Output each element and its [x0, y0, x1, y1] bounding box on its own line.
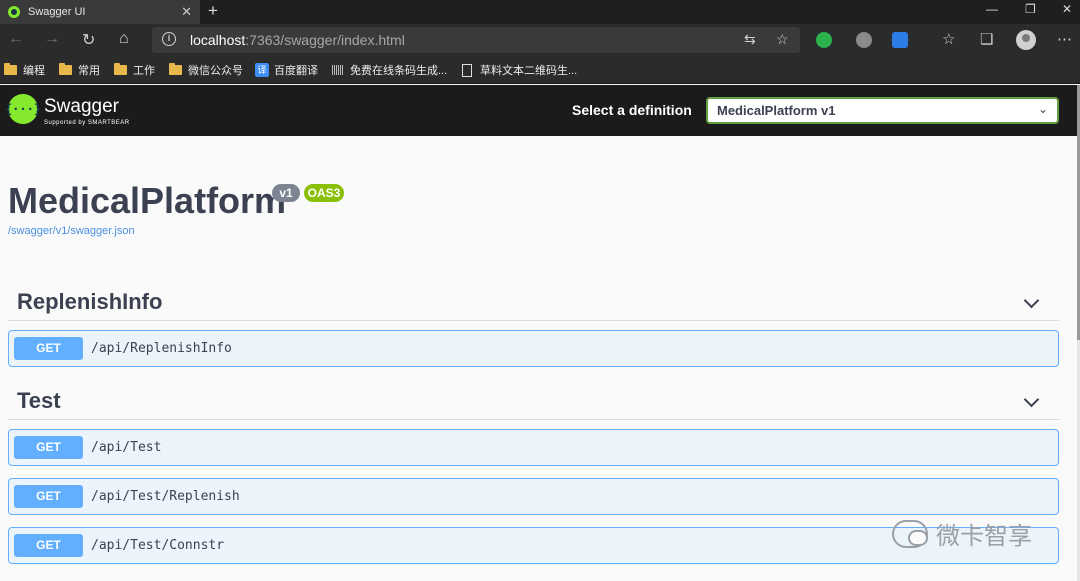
- swagger-logo-icon[interactable]: {···}: [5, 94, 41, 124]
- operation-get-test[interactable]: GET /api/Test: [8, 429, 1059, 466]
- back-icon[interactable]: ←: [8, 30, 24, 48]
- extension-green-icon[interactable]: [816, 32, 832, 48]
- browser-toolbar: ← → ↻ ⌂ i localhost:7363/swagger/index.h…: [0, 24, 1080, 56]
- bookmark-item[interactable]: 草料文本二维码生...: [462, 62, 577, 78]
- spec-link[interactable]: /swagger/v1/swagger.json: [8, 225, 135, 237]
- method-badge: GET: [14, 337, 83, 360]
- oas-badge: OAS3: [304, 184, 344, 202]
- folder-icon: [114, 63, 127, 75]
- favorite-star-icon[interactable]: ☆: [776, 31, 789, 48]
- chevron-down-icon[interactable]: [1023, 391, 1040, 408]
- address-bar[interactable]: i localhost:7363/swagger/index.html ⇆ ☆: [152, 27, 800, 53]
- tag-section-test[interactable]: Test: [8, 384, 1059, 420]
- operation-get-replenishinfo[interactable]: GET /api/ReplenishInfo: [8, 330, 1059, 367]
- bookmark-item[interactable]: 译百度翻译: [255, 62, 318, 78]
- minimize-icon[interactable]: —: [986, 2, 998, 16]
- extension-blue-icon[interactable]: [892, 32, 908, 48]
- bookmark-item[interactable]: 编程: [4, 62, 45, 78]
- operation-path: /api/Test/Replenish: [91, 489, 240, 504]
- favorites-icon[interactable]: ☆: [942, 30, 955, 48]
- bookmark-item[interactable]: 微信公众号: [169, 62, 243, 78]
- chevron-down-icon[interactable]: [1023, 292, 1040, 309]
- method-badge: GET: [14, 534, 83, 557]
- swagger-brand[interactable]: Swagger: [44, 96, 119, 118]
- chevron-down-icon: ⌄: [1037, 102, 1048, 116]
- operation-path: /api/ReplenishInfo: [91, 341, 232, 356]
- bookmark-item[interactable]: 免费在线条码生成...: [332, 62, 447, 78]
- watermark-text: 微卡智享: [936, 523, 1032, 550]
- tag-name: ReplenishInfo: [17, 289, 163, 314]
- barcode-icon: [332, 65, 344, 75]
- refresh-icon[interactable]: ↻: [82, 30, 95, 50]
- operation-path: /api/Test/Connstr: [91, 538, 225, 553]
- restore-icon[interactable]: ❐: [1025, 2, 1036, 16]
- bookmark-item[interactable]: 工作: [114, 62, 155, 78]
- more-menu-icon[interactable]: ⋯: [1057, 30, 1072, 48]
- translate-icon: 译: [255, 63, 269, 77]
- site-info-icon[interactable]: i: [162, 32, 176, 46]
- api-title: MedicalPlatform: [8, 180, 287, 221]
- method-badge: GET: [14, 485, 83, 508]
- bookmark-item[interactable]: 常用: [59, 62, 100, 78]
- swagger-brand-sub: Supported by SMARTBEAR: [44, 120, 130, 126]
- document-icon: [462, 63, 472, 77]
- folder-icon: [169, 63, 182, 75]
- method-badge: GET: [14, 436, 83, 459]
- version-badge: v1: [272, 184, 300, 202]
- definition-select[interactable]: MedicalPlatform v1 ⌄: [706, 97, 1059, 124]
- home-icon[interactable]: ⌂: [119, 30, 129, 48]
- browser-tab[interactable]: Swagger UI ✕: [0, 0, 200, 24]
- watermark: 微卡智享: [892, 516, 1032, 551]
- browser-tab-strip: Swagger UI ✕ + — ❐ ✕: [0, 0, 1080, 24]
- translate-page-icon[interactable]: ⇆: [744, 31, 756, 48]
- profile-avatar[interactable]: [1016, 30, 1036, 50]
- extension-gray-icon[interactable]: [856, 32, 872, 48]
- bookmarks-bar: 编程 常用 工作 微信公众号 译百度翻译 免费在线条码生成... 草料文本二维码…: [0, 56, 1080, 84]
- tag-name: Test: [17, 388, 61, 413]
- url-text[interactable]: localhost:7363/swagger/index.html: [190, 32, 405, 48]
- operation-get-test-replenish[interactable]: GET /api/Test/Replenish: [8, 478, 1059, 515]
- swagger-topbar: {···} Swagger Supported by SMARTBEAR Sel…: [0, 85, 1077, 136]
- tab-title: Swagger UI: [28, 6, 86, 18]
- definition-select-value: MedicalPlatform v1: [717, 103, 836, 118]
- collections-icon[interactable]: ❏: [980, 30, 993, 48]
- close-tab-icon[interactable]: ✕: [181, 4, 192, 20]
- new-tab-button[interactable]: +: [208, 1, 218, 21]
- definition-select-label: Select a definition: [572, 102, 692, 118]
- operation-path: /api/Test: [91, 440, 162, 455]
- wechat-icon: [892, 519, 928, 548]
- swagger-favicon-icon: [8, 6, 20, 18]
- forward-icon[interactable]: →: [44, 30, 60, 48]
- folder-icon: [4, 63, 17, 75]
- close-window-icon[interactable]: ✕: [1062, 2, 1072, 16]
- tag-section-replenishinfo[interactable]: ReplenishInfo: [8, 285, 1059, 321]
- folder-icon: [59, 63, 72, 75]
